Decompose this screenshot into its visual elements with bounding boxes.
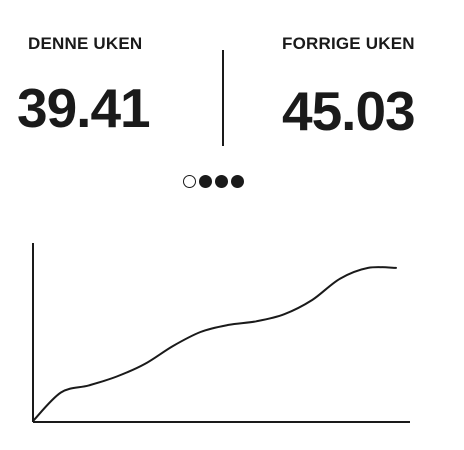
trend-chart	[32, 243, 410, 423]
trend-line	[32, 266, 397, 422]
